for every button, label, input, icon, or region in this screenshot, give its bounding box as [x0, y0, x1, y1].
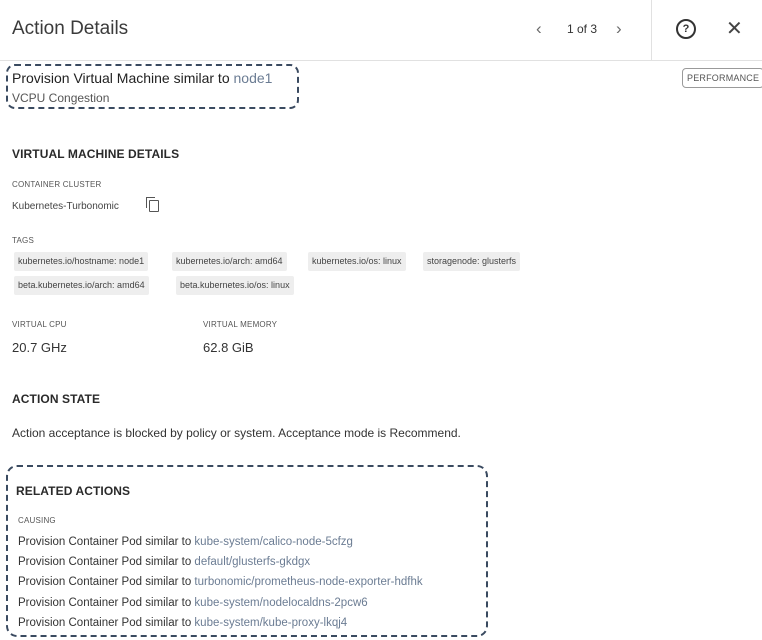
pager-count: 1 of 3 [567, 22, 598, 36]
causing-label: CAUSING [18, 516, 56, 525]
related-action-item[interactable]: Provision Container Pod similar to kube-… [18, 597, 368, 609]
panel-header: Action Details ‹ 1 of 3 › ? ✕ [0, 0, 762, 61]
tag-chip: kubernetes.io/os: linux [308, 252, 406, 271]
chevron-left-icon[interactable]: ‹ [536, 19, 542, 39]
vcpu-label: VIRTUAL CPU [12, 320, 67, 329]
panel-title: Action Details [12, 18, 129, 39]
header-divider [651, 0, 652, 60]
vmem-label: VIRTUAL MEMORY [203, 320, 278, 329]
action-title-prefix: Provision Virtual Machine similar to [12, 70, 234, 86]
action-title: Provision Virtual Machine similar to nod… [12, 70, 272, 86]
related-action-link[interactable]: kube-system/calico-node-5cfzg [194, 536, 353, 548]
related-action-prefix: Provision Container Pod similar to [18, 576, 195, 588]
related-action-link[interactable]: turbonomic/prometheus-node-exporter-hdfh… [194, 576, 422, 588]
action-target-link[interactable]: node1 [234, 70, 273, 86]
action-subtitle: VCPU Congestion [12, 91, 110, 105]
related-action-item[interactable]: Provision Container Pod similar to kube-… [18, 617, 347, 629]
tag-chip: beta.kubernetes.io/arch: amd64 [14, 276, 149, 295]
vm-details-heading: VIRTUAL MACHINE DETAILS [12, 147, 180, 161]
tags-label: TAGS [12, 236, 34, 245]
chevron-right-icon[interactable]: › [616, 19, 622, 39]
tag-chip: beta.kubernetes.io/os: linux [176, 276, 294, 295]
related-action-link[interactable]: kube-system/nodelocaldns-2pcw6 [194, 597, 367, 609]
tag-chip: kubernetes.io/hostname: node1 [14, 252, 149, 271]
category-badge: PERFORMANCE [682, 68, 762, 88]
action-state-heading: ACTION STATE [12, 392, 101, 406]
related-action-prefix: Provision Container Pod similar to [18, 597, 195, 609]
tag-chip: storagenode: glusterfs [423, 252, 521, 271]
related-action-link[interactable]: default/glusterfs-gkdgx [194, 556, 310, 568]
related-action-prefix: Provision Container Pod similar to [18, 556, 195, 568]
related-action-item[interactable]: Provision Container Pod similar to turbo… [18, 576, 423, 588]
copy-icon[interactable] [146, 197, 159, 212]
cluster-label: CONTAINER CLUSTER [12, 180, 102, 189]
related-action-item[interactable]: Provision Container Pod similar to kube-… [18, 536, 353, 548]
related-action-prefix: Provision Container Pod similar to [18, 536, 195, 548]
vcpu-value: 20.7 GHz [12, 340, 67, 355]
tag-chip: kubernetes.io/arch: amd64 [172, 252, 287, 271]
cluster-value: Kubernetes-Turbonomic [12, 201, 119, 212]
related-action-prefix: Provision Container Pod similar to [18, 617, 195, 629]
related-actions-heading: RELATED ACTIONS [16, 484, 131, 498]
vmem-value: 62.8 GiB [203, 340, 254, 355]
help-icon[interactable]: ? [676, 19, 696, 39]
action-state-text: Action acceptance is blocked by policy o… [12, 426, 461, 440]
related-action-item[interactable]: Provision Container Pod similar to defau… [18, 556, 310, 568]
close-icon[interactable]: ✕ [726, 16, 743, 41]
related-action-link[interactable]: kube-system/kube-proxy-lkqj4 [194, 617, 347, 629]
